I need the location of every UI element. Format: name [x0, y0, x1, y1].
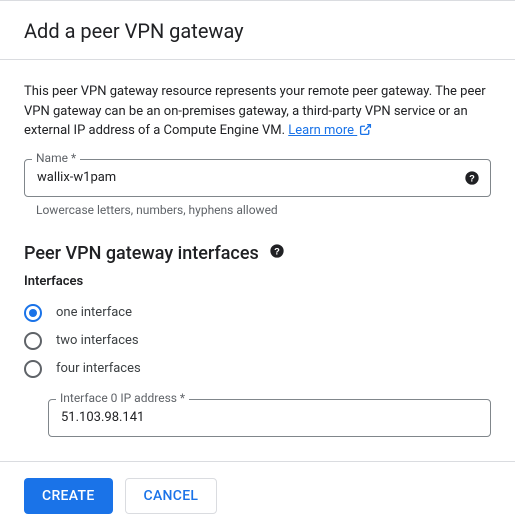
interfaces-group-label: Interfaces: [24, 274, 491, 289]
radio-four-interfaces[interactable]: four interfaces: [24, 355, 491, 383]
interface0-field: Interface 0 IP address *: [48, 399, 491, 437]
dialog-header: Add a peer VPN gateway: [0, 0, 515, 60]
interfaces-title: Peer VPN gateway interfaces: [24, 243, 259, 264]
name-input[interactable]: [24, 159, 491, 197]
description-text: This peer VPN gateway resource represent…: [24, 82, 491, 141]
create-button[interactable]: CREATE: [24, 478, 113, 514]
radio-label: four interfaces: [56, 361, 141, 376]
dialog-title: Add a peer VPN gateway: [24, 19, 491, 43]
radio-label: two interfaces: [56, 333, 139, 348]
help-icon[interactable]: ?: [269, 243, 285, 263]
dialog-body: This peer VPN gateway resource represent…: [0, 60, 515, 461]
learn-more-link[interactable]: Learn more: [288, 123, 372, 138]
cancel-button[interactable]: CANCEL: [125, 478, 218, 514]
name-label: Name *: [32, 151, 80, 165]
radio-label: one interface: [56, 305, 132, 320]
radio-icon: [24, 304, 42, 322]
radio-one-interface[interactable]: one interface: [24, 299, 491, 327]
radio-two-interfaces[interactable]: two interfaces: [24, 327, 491, 355]
svg-text:?: ?: [274, 246, 280, 256]
svg-text:?: ?: [469, 173, 475, 183]
interface0-field-container: Interface 0 IP address *: [48, 399, 491, 437]
interface0-label: Interface 0 IP address *: [56, 391, 189, 405]
radio-icon: [24, 332, 42, 350]
learn-more-label: Learn more: [288, 123, 354, 138]
radio-icon: [24, 360, 42, 378]
external-link-icon: [359, 123, 372, 136]
name-field: Name * ?: [24, 159, 491, 197]
interfaces-section-header: Peer VPN gateway interfaces ?: [24, 243, 491, 264]
dialog-footer: CREATE CANCEL: [0, 461, 515, 532]
help-icon[interactable]: ?: [463, 169, 481, 187]
name-hint: Lowercase letters, numbers, hyphens allo…: [36, 203, 491, 217]
interfaces-radio-group: one interface two interfaces four interf…: [24, 299, 491, 383]
description-content: This peer VPN gateway resource represent…: [24, 84, 486, 138]
